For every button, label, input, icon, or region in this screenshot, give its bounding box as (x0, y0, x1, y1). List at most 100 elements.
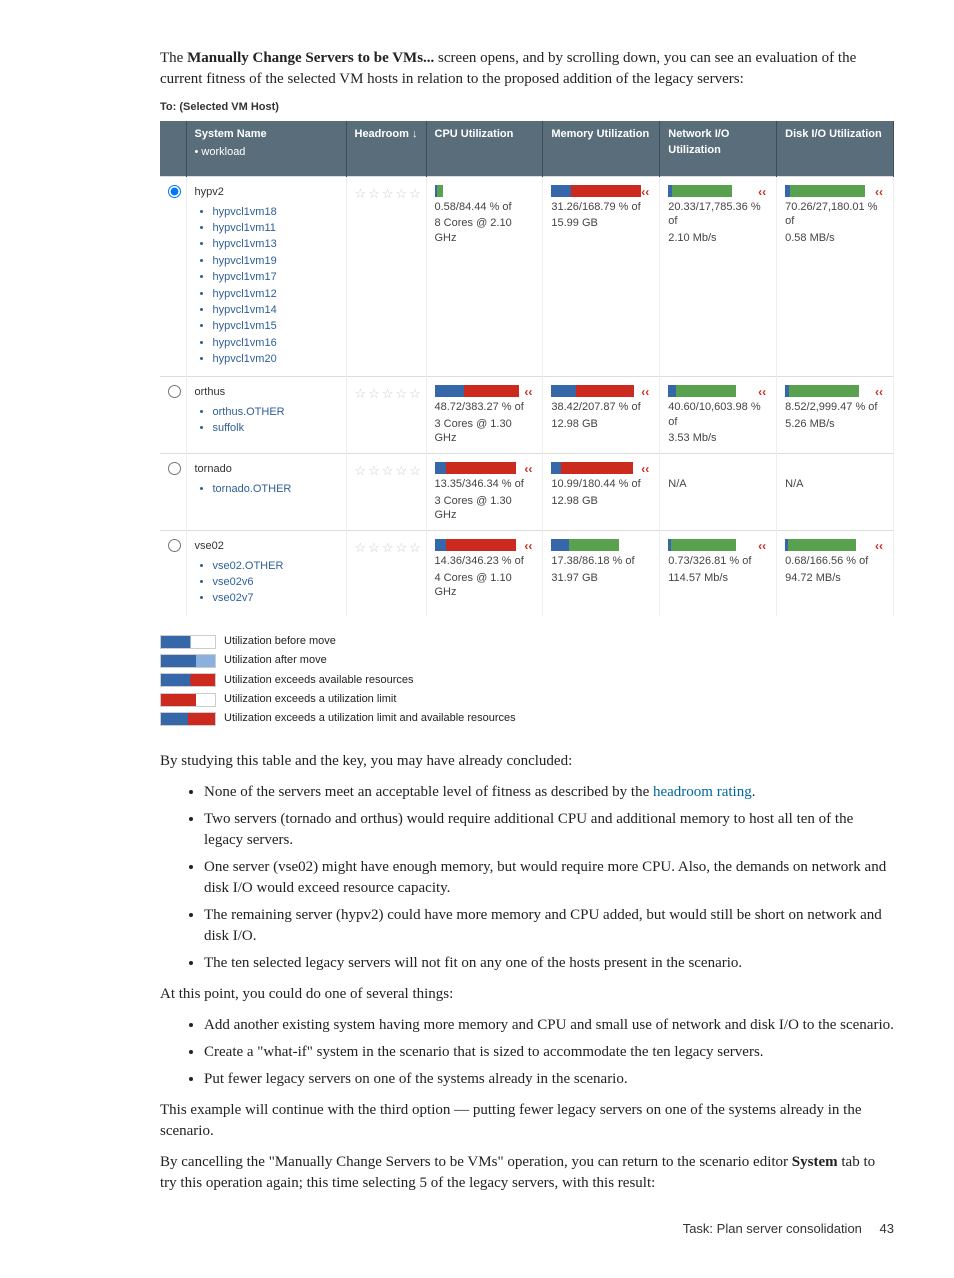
workload-item[interactable]: hypvcl1vm20 (213, 352, 338, 367)
table-row: hypv2 hypvcl1vm18hypvcl1vm11hypvcl1vm13 hy… (160, 177, 894, 377)
legend-swatch-icon: ‹‹ (160, 673, 216, 687)
workload-item[interactable]: hypvcl1vm16 (213, 336, 338, 351)
metric-value: 38.42/207.87 % of (551, 400, 651, 414)
list-item: One server (vse02) might have enough mem… (204, 857, 894, 899)
metric-detail: 3 Cores @ 1.30 GHz (435, 417, 535, 446)
select-host-radio[interactable] (168, 539, 181, 552)
exceeds-marker-icon: ‹‹ (875, 184, 883, 201)
metric-detail: 94.72 MB/s (785, 571, 885, 585)
metric-value: 0.73/326.81 % of (668, 554, 768, 568)
th-network[interactable]: Network I/O Utilization (660, 121, 777, 176)
workload-item[interactable]: hypvcl1vm18 (213, 205, 338, 220)
exceeds-marker-icon: ‹‹ (641, 184, 649, 201)
metric-detail: 8 Cores @ 2.10 GHz (435, 216, 535, 245)
exceeds-marker-icon: ‹‹ (758, 184, 766, 201)
workload-item[interactable]: hypvcl1vm12 (213, 287, 338, 302)
metric-value: 48.72/383.27 % of (435, 400, 535, 414)
metric-value: 0.58/84.44 % of (435, 200, 535, 214)
metric-detail: 5.26 MB/s (785, 417, 885, 431)
metric-value: 0.68/166.56 % of (785, 554, 885, 568)
metric-value: 14.36/346.23 % of (435, 554, 535, 568)
metric-detail: 12.98 GB (551, 417, 651, 431)
headroom-stars: ☆☆☆☆☆ (355, 186, 423, 201)
th-headroom[interactable]: Headroom ↓ (346, 121, 426, 176)
th-system[interactable]: System Name• workload (186, 121, 346, 176)
system-name: vse02 (195, 539, 338, 554)
select-host-radio[interactable] (168, 385, 181, 398)
metric-detail: 2.10 Mb/s (668, 231, 768, 245)
metric-value: N/A (785, 477, 885, 491)
th-memory[interactable]: Memory Utilization (543, 121, 660, 176)
metric-value: 10.99/180.44 % of (551, 477, 651, 491)
table-row: vse02vse02.OTHERvse02v6vse02v7☆☆☆☆☆‹‹14.… (160, 531, 894, 616)
th-cpu[interactable]: CPU Utilization (426, 121, 543, 176)
table-row: orthusorthus.OTHERsuffolk☆☆☆☆☆‹‹48.72/38… (160, 377, 894, 454)
legend-swatch-icon (160, 635, 216, 649)
vm-host-panel: To: (Selected VM Host) System Name• work… (160, 100, 894, 616)
metric-detail: 4 Cores @ 1.10 GHz (435, 571, 535, 600)
workload-item[interactable]: hypvcl1vm19 (213, 254, 338, 269)
at-this-point-paragraph: At this point, you could do one of sever… (160, 984, 894, 1005)
legend-label: Utilization exceeds a utilization limit … (224, 711, 516, 726)
list-item: Create a "what-if" system in the scenari… (204, 1042, 894, 1063)
page-footer: Task: Plan server consolidation 43 (160, 1220, 894, 1238)
metric-value: 13.35/346.34 % of (435, 477, 535, 491)
workload-item[interactable]: hypvcl1vm15 (213, 319, 338, 334)
studying-paragraph: By studying this table and the key, you … (160, 751, 894, 772)
legend-swatch-icon (160, 654, 216, 668)
legend-label: Utilization before move (224, 634, 336, 649)
metric-value: 31.26/168.79 % of (551, 200, 651, 214)
exceeds-marker-icon: ‹‹ (524, 538, 532, 555)
workload-item[interactable]: orthus.OTHER (213, 405, 338, 420)
system-name: hypv2 (195, 185, 338, 200)
metric-detail: 31.97 GB (551, 571, 651, 585)
options-list: Add another existing system having more … (160, 1015, 894, 1090)
workload-item[interactable]: vse02v6 (213, 575, 338, 590)
workload-item[interactable]: hypvcl1vm14 (213, 303, 338, 318)
footer-page: 43 (880, 1221, 894, 1236)
metric-detail: 15.99 GB (551, 216, 651, 230)
workload-item[interactable]: hypvcl1vm11 (213, 221, 338, 236)
exceeds-marker-icon: ‹‹ (758, 538, 766, 555)
metric-value: 70.26/27,180.01 % of (785, 200, 885, 229)
legend-swatch-icon: ‹‹ (160, 712, 216, 726)
exceeds-marker-icon: ‹‹ (641, 461, 649, 478)
cancel-paragraph: By cancelling the "Manually Change Serve… (160, 1152, 894, 1194)
vm-host-table: System Name• workload Headroom ↓ CPU Uti… (160, 121, 894, 615)
legend-row: ‹‹ Utilization exceeds a utilization limi… (160, 711, 894, 726)
th-disk[interactable]: Disk I/O Utilization (777, 121, 894, 176)
headroom-rating-link[interactable]: headroom rating (653, 784, 752, 800)
metric-detail: 3 Cores @ 1.30 GHz (435, 494, 535, 523)
continue-paragraph: This example will continue with the thir… (160, 1100, 894, 1142)
metric-value: 17.38/86.18 % of (551, 554, 651, 568)
metric-detail: 114.57 Mb/s (668, 571, 768, 585)
legend-row: Utilization exceeds a utilization limit (160, 692, 894, 707)
select-host-radio[interactable] (168, 185, 181, 198)
headroom-stars: ☆☆☆☆☆ (355, 540, 423, 555)
metric-value: 8.52/2,999.47 % of (785, 400, 885, 414)
list-item: Add another existing system having more … (204, 1015, 894, 1036)
select-host-radio[interactable] (168, 462, 181, 475)
exceeds-marker-icon: ‹‹ (641, 384, 649, 401)
legend-row: Utilization after move (160, 653, 894, 668)
exceeds-marker-icon: ‹‹ (524, 384, 532, 401)
panel-title: To: (Selected VM Host) (160, 100, 894, 115)
exceeds-marker-icon: ‹‹ (758, 384, 766, 401)
legend-row: Utilization before move (160, 634, 894, 649)
workload-item[interactable]: hypvcl1vm13 (213, 237, 338, 252)
workload-item[interactable]: hypvcl1vm17 (213, 270, 338, 285)
legend-label: Utilization exceeds available resources (224, 673, 414, 688)
intro-paragraph: The Manually Change Servers to be VMs...… (160, 48, 894, 90)
metric-value: 20.33/17,785.36 % of (668, 200, 768, 229)
workload-item[interactable]: vse02v7 (213, 591, 338, 606)
legend-swatch-icon (160, 693, 216, 707)
list-item: Two servers (tornado and orthus) would r… (204, 809, 894, 851)
metric-detail: 3.53 Mb/s (668, 431, 768, 445)
exceeds-marker-icon: ‹‹ (875, 538, 883, 555)
list-item: The remaining server (hypv2) could have … (204, 905, 894, 947)
headroom-stars: ☆☆☆☆☆ (355, 386, 423, 401)
metric-detail: 12.98 GB (551, 494, 651, 508)
workload-item[interactable]: tornado.OTHER (213, 482, 338, 497)
workload-item[interactable]: vse02.OTHER (213, 559, 338, 574)
workload-item[interactable]: suffolk (213, 421, 338, 436)
